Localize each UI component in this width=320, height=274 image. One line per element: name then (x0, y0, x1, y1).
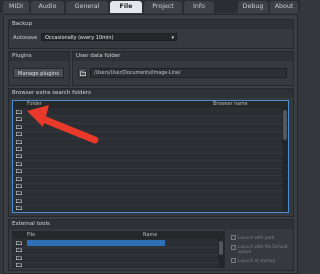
folder-icon (16, 110, 22, 114)
external-tools-section: External tools File Name Launch with pat… (8, 219, 294, 271)
folder-icon (16, 169, 22, 174)
plugins-section: Plugins Manage plugins (8, 51, 70, 86)
manage-plugins-button[interactable]: Manage plugins (13, 68, 64, 78)
backup-title: Backup (9, 20, 293, 29)
tools-table-scrollbar[interactable] (218, 239, 224, 267)
file-settings-panel: Backup Autosave Occasionally (every 10mi… (3, 14, 298, 274)
folder-icon (16, 248, 22, 253)
col-folder: Folder (27, 102, 42, 107)
launch-with-file-checkbox[interactable] (231, 245, 236, 250)
folder-icon (16, 176, 22, 181)
folder-icon (80, 71, 86, 76)
folder-icon (16, 132, 22, 137)
launch-at-startup-label: Launch at startup (238, 258, 276, 263)
chevron-down-icon: ▾ (171, 35, 174, 41)
tab-debug[interactable]: Debug (238, 1, 268, 13)
autosave-label: Autosave (13, 35, 38, 41)
folder-icon (16, 191, 22, 196)
scrollbar-thumb[interactable] (219, 241, 223, 255)
folder-icon (16, 139, 22, 144)
launch-at-startup-checkbox[interactable] (231, 258, 236, 263)
col-browser-name: Browser name (213, 102, 248, 107)
external-tools-table[interactable]: File Name (12, 231, 225, 268)
external-tools-title: External tools (9, 220, 293, 229)
user-data-title: User data folder (73, 52, 293, 61)
tab-separator (216, 1, 236, 13)
browser-extra-title: Browser extra search folders (9, 89, 293, 98)
browser-folders-table[interactable]: Folder Browser name (12, 100, 289, 213)
tab-about[interactable]: About (270, 1, 298, 13)
folder-icon (16, 206, 22, 211)
launch-with-file-label: Launch with file Default option (238, 244, 288, 254)
folder-icon (16, 198, 22, 203)
tab-bar: MIDI Audio General File Project Info Deb… (0, 0, 300, 13)
backup-section: Backup Autosave Occasionally (every 10mi… (8, 19, 294, 49)
tab-file[interactable]: File (110, 1, 142, 13)
folder-icon (16, 184, 22, 188)
tab-midi[interactable]: MIDI (3, 1, 29, 13)
user-data-path-field[interactable]: /Users/User/Documents/Image-Line/ (90, 68, 287, 78)
browser-table-scrollbar[interactable] (282, 108, 288, 212)
folder-icon (16, 161, 22, 166)
folder-icon (16, 117, 22, 122)
browse-folder-button[interactable] (78, 68, 87, 78)
autosave-select[interactable]: Occasionally (every 10min) ▾ (41, 33, 177, 41)
tab-info[interactable]: Info (184, 1, 214, 13)
browser-table-header: Folder Browser name (13, 101, 288, 108)
col-name: Name (143, 233, 158, 238)
selected-tool-highlight (27, 240, 165, 246)
folder-icon (16, 263, 22, 267)
tools-table-header: File Name (13, 232, 224, 239)
browser-extra-section: Browser extra search folders Folder Brow… (8, 88, 294, 217)
folder-icon (16, 124, 22, 129)
user-data-section: User data folder /Users/User/Documents/I… (72, 51, 294, 86)
col-file: File (27, 233, 36, 238)
plugins-title: Plugins (9, 52, 69, 61)
folder-icon (16, 241, 22, 245)
launch-with-path-checkbox[interactable] (231, 235, 236, 240)
tab-project[interactable]: Project (144, 1, 182, 13)
scrollbar-thumb[interactable] (283, 110, 287, 140)
folder-icon (16, 255, 22, 260)
tab-audio[interactable]: Audio (31, 1, 64, 13)
folder-icon (16, 147, 22, 151)
folder-icon (16, 154, 22, 159)
external-tool-row[interactable] (13, 261, 224, 267)
launch-with-path-label: Launch with path (238, 235, 275, 240)
autosave-value: Occasionally (every 10min) (45, 35, 114, 41)
browser-folder-row[interactable] (13, 204, 288, 212)
tab-general[interactable]: General (66, 1, 108, 13)
